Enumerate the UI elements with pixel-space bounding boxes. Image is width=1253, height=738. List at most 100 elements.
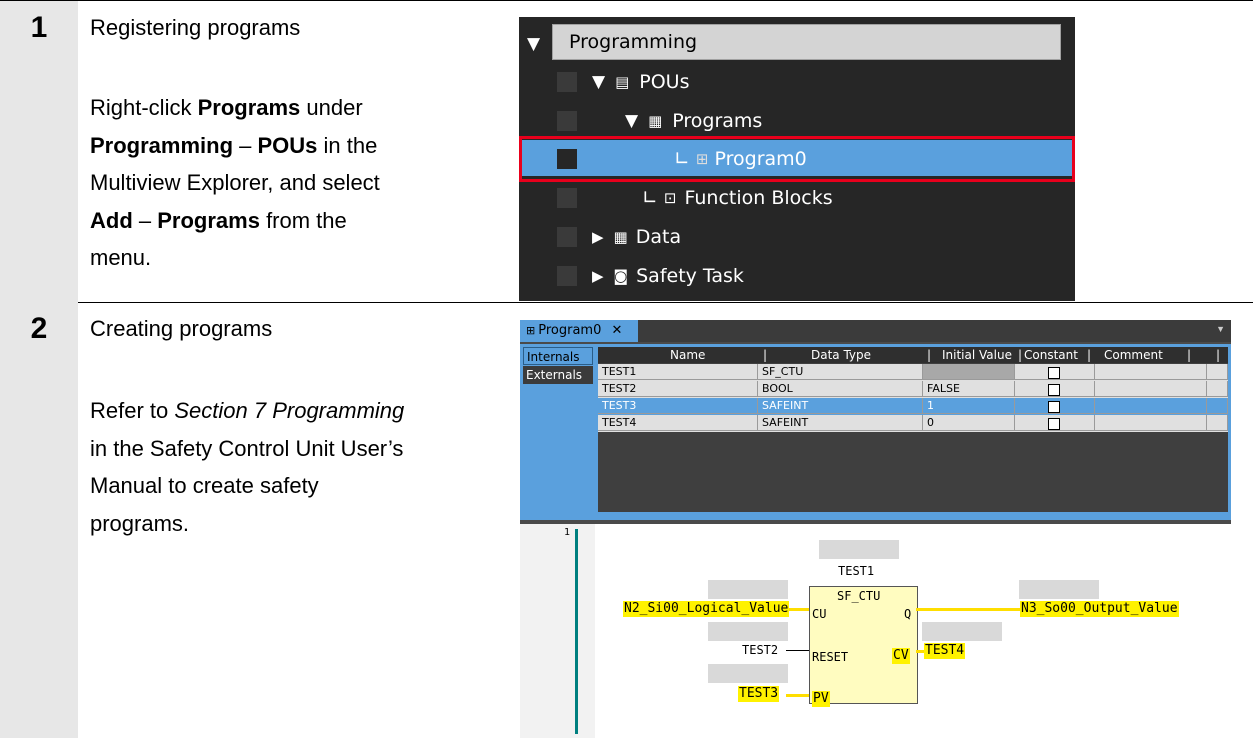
close-icon[interactable]: ✕ — [611, 323, 622, 338]
expand-triangle-icon: ▼ — [592, 71, 606, 92]
column-header-comment[interactable]: Comment — [1104, 348, 1163, 362]
expand-right-triangle-icon: ▶ — [592, 227, 604, 246]
text: programs. — [90, 510, 190, 536]
fbd-editor-area[interactable]: 1 TEST1 SF_CTU CU RESET PV Q CV N2_Si00_… — [520, 524, 1231, 738]
text: Refer to — [90, 398, 175, 423]
tab-internals[interactable]: Internals — [523, 347, 593, 365]
comment-placeholder — [708, 622, 788, 641]
comment-placeholder — [819, 540, 899, 559]
tree-item-pous[interactable]: ▼ ▤ POUs — [592, 64, 689, 99]
collapse-triangle-icon[interactable]: ▼ — [527, 26, 550, 61]
cell-constant — [1015, 381, 1095, 397]
tree-item-function-blocks[interactable]: ∟ ⊡ Function Blocks — [642, 180, 833, 215]
step-2-instructions: Refer to Section 7 Programming in the Sa… — [90, 392, 510, 542]
cell-name[interactable]: TEST4 — [598, 415, 758, 431]
checkbox-square[interactable] — [557, 72, 577, 92]
input-variable-cu[interactable]: N2_Si00_Logical_Value — [623, 601, 790, 617]
highlight-frame — [519, 136, 1075, 182]
cell-comment[interactable] — [1095, 381, 1207, 397]
expand-triangle-icon: ▼ — [625, 110, 639, 131]
checkbox-square[interactable] — [557, 111, 577, 131]
cell-extra — [1207, 398, 1228, 414]
cell-data-type[interactable]: SAFEINT — [758, 398, 923, 414]
text: menu. — [90, 245, 152, 270]
step-1-instructions: Right-click Programs under Programming –… — [90, 89, 510, 277]
comment-placeholder — [708, 664, 788, 683]
column-header-initial-value[interactable]: Initial Value — [942, 348, 1012, 362]
table-row[interactable]: TEST2 BOOL FALSE — [598, 381, 1228, 398]
cell-constant — [1015, 398, 1095, 414]
cell-initial-value[interactable] — [923, 364, 1015, 380]
step-2-number-cell: 2 — [0, 302, 78, 738]
column-header-constant[interactable]: Constant — [1024, 348, 1078, 362]
tree-item-data[interactable]: ▶ ▦ Data — [592, 219, 681, 254]
italic-text: Section 7 Programming — [174, 398, 405, 423]
bold-text: Programming — [90, 132, 234, 158]
cell-initial-value[interactable]: FALSE — [923, 381, 1015, 397]
input-variable-pv[interactable]: TEST3 — [738, 686, 780, 702]
bold-text: POUs — [257, 132, 318, 158]
pin-cv: CV — [892, 648, 910, 664]
input-wire — [786, 694, 809, 697]
comment-placeholder — [708, 580, 788, 599]
text: – — [233, 132, 258, 158]
cell-initial-value[interactable]: 0 — [923, 415, 1015, 431]
text: Multiview Explorer, and select — [90, 170, 380, 195]
output-wire — [916, 650, 924, 653]
cell-comment[interactable] — [1095, 415, 1207, 431]
input-wire — [786, 650, 809, 651]
cell-comment[interactable] — [1095, 398, 1207, 414]
tree-item-programs[interactable]: ▼ ▦ Programs — [625, 103, 762, 138]
fb-instance-name[interactable]: TEST1 — [838, 564, 874, 578]
cell-extra — [1207, 381, 1228, 397]
cell-data-type[interactable]: SAFEINT — [758, 415, 923, 431]
dropdown-arrow-icon[interactable]: ▼ — [1216, 324, 1225, 334]
text: Right-click — [90, 95, 198, 120]
cell-data-type[interactable]: SF_CTU — [758, 364, 923, 380]
step-2-row: 2 Creating programs Refer to Section 7 P… — [0, 302, 1253, 738]
checkbox-square[interactable] — [557, 188, 577, 208]
text: under — [300, 95, 363, 120]
cell-name[interactable]: TEST2 — [598, 381, 758, 397]
output-wire — [916, 608, 1020, 611]
output-variable-cv[interactable]: TEST4 — [924, 643, 966, 659]
text: – — [132, 207, 158, 233]
cell-data-type[interactable]: BOOL — [758, 381, 923, 397]
tab-externals[interactable]: Externals — [523, 366, 593, 384]
constant-checkbox[interactable] — [1048, 401, 1060, 413]
cell-initial-value[interactable]: 1 — [923, 398, 1015, 414]
cell-name[interactable]: TEST1 — [598, 364, 758, 380]
text: in the — [317, 132, 378, 158]
constant-checkbox[interactable] — [1048, 384, 1060, 396]
safety-task-icon: ◙ — [613, 266, 629, 285]
tab-program0[interactable]: ⊞ Program0 ✕ — [520, 320, 638, 342]
text: Manual to create safety — [90, 473, 319, 498]
tree-item-safety-task[interactable]: ▶ ◙ Safety Task — [592, 258, 744, 293]
bold-text: Add — [90, 207, 133, 233]
function-blocks-icon: ⊡ — [663, 188, 677, 207]
output-variable-q[interactable]: N3_So00_Output_Value — [1020, 601, 1179, 617]
checkbox-square[interactable] — [557, 227, 577, 247]
bold-text: Programs — [197, 95, 301, 120]
tree-label: POUs — [639, 70, 690, 93]
tree-item-programming[interactable]: Programming — [552, 24, 1061, 60]
cell-comment[interactable] — [1095, 364, 1207, 380]
cell-name[interactable]: TEST3 — [598, 398, 758, 414]
column-header-name[interactable]: Name — [670, 348, 705, 362]
checkbox-square[interactable] — [557, 266, 577, 286]
table-row[interactable]: TEST1 SF_CTU — [598, 364, 1228, 381]
function-block-sf-ctu[interactable]: SF_CTU CU RESET PV Q CV — [809, 586, 918, 707]
data-table-icon: ▦ — [613, 227, 628, 246]
tab-label: Program0 — [538, 323, 602, 338]
program-editor: ⊞ Program0 ✕ ▼ Internals Externals Name |… — [520, 320, 1231, 738]
pin-reset: RESET — [812, 650, 849, 664]
cell-extra — [1207, 415, 1228, 431]
column-header-data-type[interactable]: Data Type — [811, 348, 871, 362]
constant-checkbox[interactable] — [1048, 418, 1060, 430]
variable-table-panel: Internals Externals Name | Data Type | I… — [520, 344, 1231, 520]
table-row-selected[interactable]: TEST3 SAFEINT 1 — [598, 398, 1228, 415]
table-row[interactable]: TEST4 SAFEINT 0 — [598, 415, 1228, 432]
input-variable-reset[interactable]: TEST2 — [742, 643, 778, 657]
editor-tab-bar: ⊞ Program0 ✕ ▼ — [520, 320, 1231, 342]
constant-checkbox[interactable] — [1048, 367, 1060, 379]
